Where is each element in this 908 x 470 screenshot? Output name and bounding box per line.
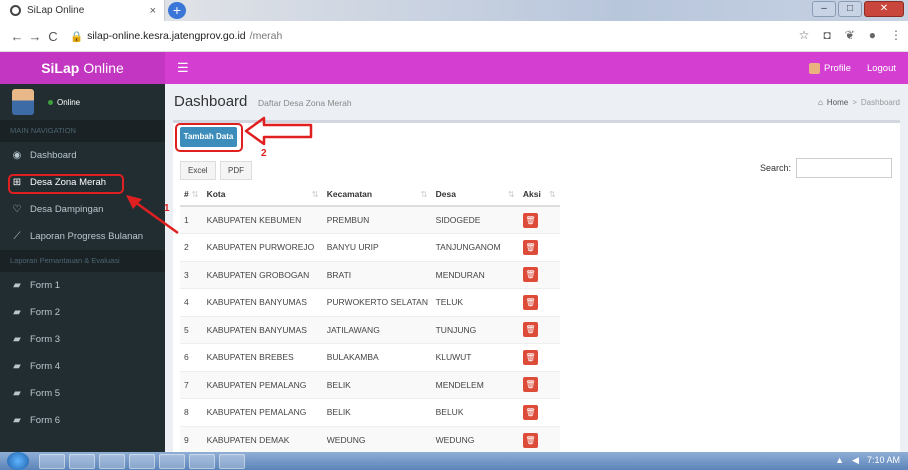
taskbar-app-icon[interactable]	[99, 453, 125, 469]
system-tray: ▲ ◀ 7:10 AM	[835, 455, 900, 466]
volume-icon[interactable]: ◀	[852, 455, 859, 466]
annotation-layer	[126, 116, 313, 235]
start-button-icon[interactable]	[7, 452, 29, 470]
taskbar-app-icon[interactable]	[39, 453, 65, 469]
taskbar-app-icon[interactable]	[69, 453, 95, 469]
annotation-arrow-2	[244, 116, 313, 146]
clock[interactable]: 7:10 AM	[867, 455, 900, 466]
annotation-arrow-1	[126, 195, 179, 235]
taskbar-app-icon[interactable]	[219, 453, 245, 469]
os-taskbar: ▲ ◀ 7:10 AM	[0, 452, 908, 470]
taskbar-app-icon[interactable]	[189, 453, 215, 469]
network-signal-icon[interactable]: ▲	[835, 455, 844, 466]
annotation-number-1: 1	[164, 203, 170, 214]
annotation-number-2: 2	[261, 148, 267, 159]
taskbar-app-icon[interactable]	[159, 453, 185, 469]
taskbar-app-icon[interactable]	[129, 453, 155, 469]
